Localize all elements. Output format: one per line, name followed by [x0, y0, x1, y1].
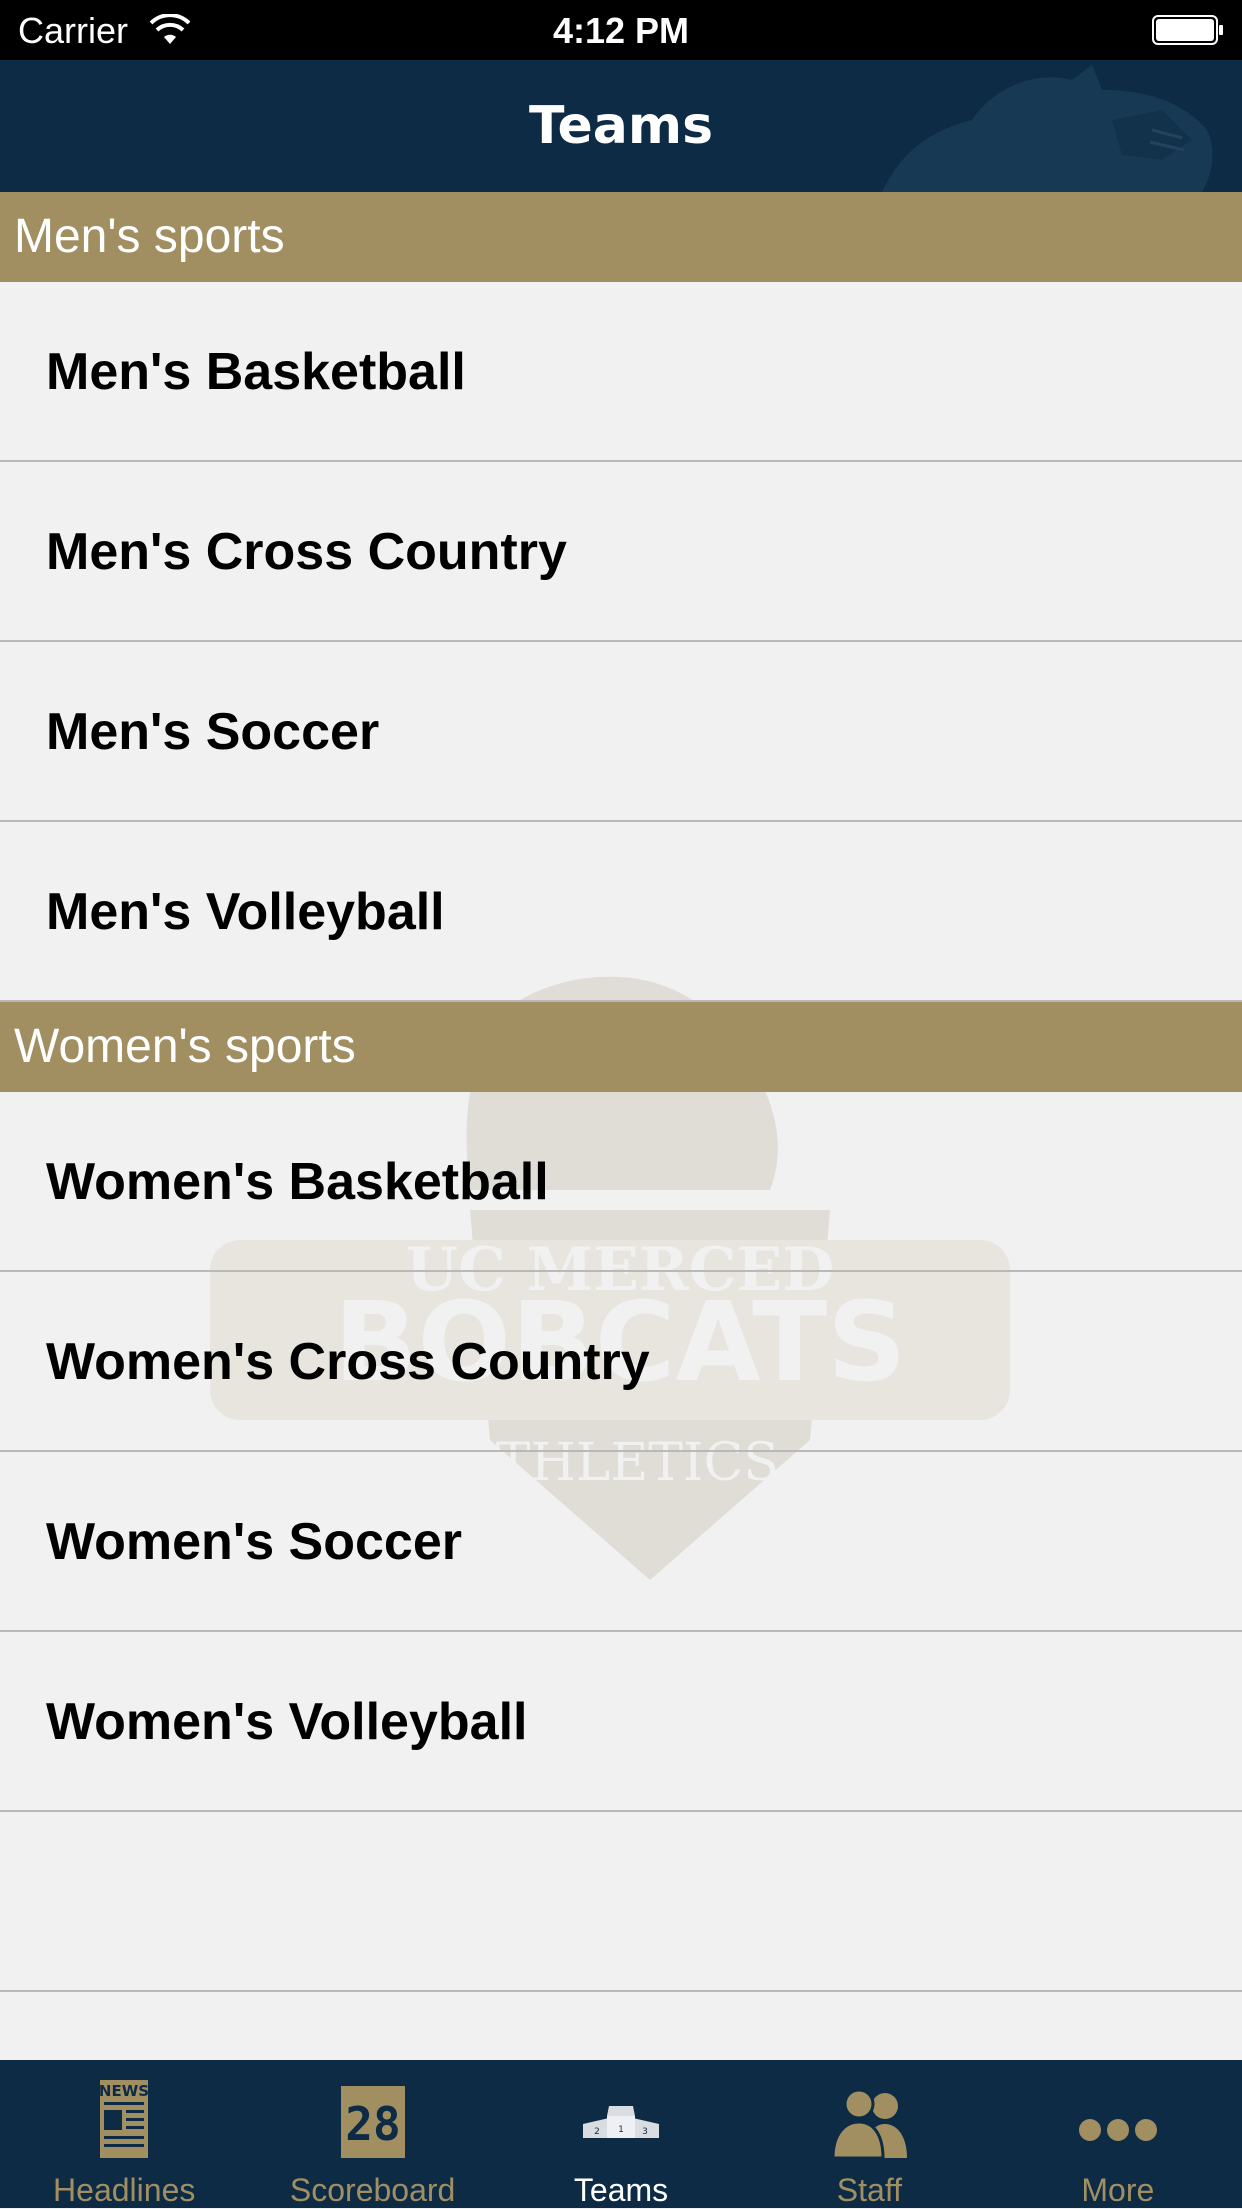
scoreboard-icon: 28: [340, 2086, 405, 2158]
svg-text:2: 2: [594, 2127, 600, 2137]
team-row-mens-cross-country[interactable]: Men's Cross Country: [0, 462, 1242, 642]
team-label: Men's Volleyball: [46, 883, 445, 941]
staff-icon: [831, 2088, 908, 2160]
status-bar: Carrier 4:12 PM: [0, 0, 1242, 60]
tab-headlines[interactable]: NEWS Headlines: [0, 2060, 248, 2208]
tab-label: Headlines: [53, 2172, 196, 2208]
svg-text:1: 1: [618, 2125, 624, 2135]
tab-label: Scoreboard: [289, 2172, 456, 2208]
tab-scoreboard[interactable]: 28 Scoreboard: [248, 2060, 496, 2208]
team-row-mens-soccer[interactable]: Men's Soccer: [0, 642, 1242, 822]
tab-bar: NEWS Headlines 28 Scoreboard 2 1 3 Teams: [0, 2060, 1242, 2208]
teams-list: Men's sports Men's Basketball Men's Cros…: [0, 192, 1242, 1992]
team-row-womens-soccer[interactable]: Women's Soccer: [0, 1452, 1242, 1632]
status-time: 4:12 PM: [552, 10, 690, 51]
svg-text:3: 3: [642, 2127, 648, 2137]
tab-teams[interactable]: 2 1 3 Teams: [497, 2060, 745, 2208]
team-row-womens-basketball[interactable]: Women's Basketball: [0, 1092, 1242, 1272]
podium-icon: 2 1 3: [583, 2106, 660, 2138]
section-header-mens: Men's sports: [0, 192, 1242, 282]
scoreboard-icon-text: 28: [345, 2097, 400, 2151]
battery-icon: [1152, 15, 1223, 45]
tab-more[interactable]: More: [994, 2060, 1242, 2208]
tab-label: Staff: [836, 2172, 903, 2208]
team-label: Women's Soccer: [46, 1513, 462, 1571]
tab-label: Teams: [573, 2172, 669, 2208]
team-label: Women's Cross Country: [46, 1333, 650, 1391]
tab-label: More: [1081, 2172, 1155, 2208]
team-label: Women's Volleyball: [46, 1693, 528, 1751]
section-header-womens: Women's sports: [0, 1002, 1242, 1092]
team-row-mens-basketball[interactable]: Men's Basketball: [0, 282, 1242, 462]
page-title: Teams: [528, 96, 714, 156]
navigation-bar: Teams: [0, 60, 1242, 192]
team-row-womens-cross-country[interactable]: Women's Cross Country: [0, 1272, 1242, 1452]
more-dots-icon: [1078, 2119, 1157, 2141]
team-row-womens-volleyball[interactable]: Women's Volleyball: [0, 1632, 1242, 1812]
newspaper-icon: NEWS: [99, 2080, 149, 2158]
team-label: Women's Basketball: [46, 1153, 549, 1211]
team-label: Men's Soccer: [46, 703, 380, 761]
team-label: Men's Cross Country: [46, 523, 567, 581]
tab-staff[interactable]: Staff: [745, 2060, 993, 2208]
team-label: Men's Basketball: [46, 343, 466, 401]
empty-row: [0, 1812, 1242, 1992]
team-row-mens-volleyball[interactable]: Men's Volleyball: [0, 822, 1242, 1002]
newspaper-icon-text: NEWS: [99, 2082, 149, 2100]
